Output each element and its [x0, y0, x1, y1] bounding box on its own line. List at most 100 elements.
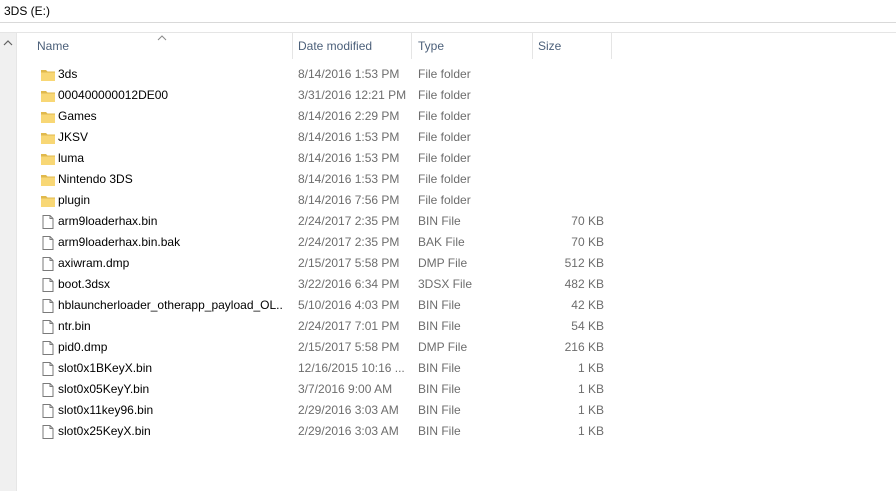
file-row[interactable]: slot0x05KeyY.bin 3/7/2016 9:00 AM BIN File…	[17, 379, 896, 400]
column-header-date-modified[interactable]: Date modified	[294, 33, 412, 59]
file-list: 3ds 8/14/2016 1:53 PM File folder 000400000…	[17, 64, 896, 442]
file-name: ntr.bin	[58, 319, 91, 333]
file-date-modified: 2/29/2016 3:03 AM	[298, 403, 399, 417]
file-type: BIN File	[418, 361, 461, 375]
file-size: 70 KB	[571, 235, 604, 249]
file-name: slot0x11key96.bin	[58, 403, 154, 417]
file-icon	[40, 382, 56, 398]
file-date-modified: 2/24/2017 2:35 PM	[298, 235, 400, 249]
toolbar-gap	[0, 23, 896, 33]
file-date-modified: 8/14/2016 7:56 PM	[298, 193, 400, 207]
file-size	[532, 190, 604, 211]
file-date-modified: 8/14/2016 1:53 PM	[298, 172, 400, 186]
file-name: pid0.dmp	[58, 340, 108, 354]
file-type: File folder	[418, 193, 471, 207]
file-row[interactable]: pid0.dmp 2/15/2017 5:58 PM DMP File 216 KB	[17, 337, 896, 358]
file-size	[532, 85, 604, 106]
file-name: slot0x1BKeyX.bin	[58, 361, 153, 375]
address-path[interactable]: 3DS (E:)	[4, 4, 50, 18]
file-type: File folder	[418, 130, 471, 144]
file-icon	[40, 340, 56, 356]
file-icon	[40, 403, 56, 419]
file-icon	[40, 277, 56, 293]
file-size: 1 KB	[577, 361, 604, 375]
file-name: Nintendo 3DS	[58, 172, 133, 186]
file-row[interactable]: hblauncherloader_otherapp_payload_OL... 5…	[17, 295, 896, 316]
file-type: File folder	[418, 151, 471, 165]
file-size	[532, 169, 604, 190]
file-name: hblauncherloader_otherapp_payload_OL...	[58, 298, 283, 312]
file-size: 70 KB	[571, 214, 604, 228]
file-row[interactable]: Nintendo 3DS 8/14/2016 1:53 PM File folder	[17, 169, 896, 190]
file-row[interactable]: slot0x11key96.bin 2/29/2016 3:03 AM BIN Fi…	[17, 400, 896, 421]
file-type: 3DSX File	[418, 277, 473, 291]
file-row[interactable]: 000400000012DE00 3/31/2016 12:21 PM File f…	[17, 85, 896, 106]
file-name: JKSV	[58, 130, 89, 144]
file-row[interactable]: arm9loaderhax.bin 2/24/2017 2:35 PM BIN Fi…	[17, 211, 896, 232]
file-type: BIN File	[418, 319, 461, 333]
file-size	[532, 64, 604, 85]
folder-icon	[40, 193, 56, 209]
column-header-row: Name Date modified Type Size	[17, 33, 896, 59]
file-row[interactable]: arm9loaderhax.bin.bak 2/24/2017 2:35 PM BA…	[17, 232, 896, 253]
file-type: BIN File	[418, 298, 461, 312]
folder-icon	[40, 109, 56, 125]
file-name: Games	[58, 109, 97, 123]
file-size: 1 KB	[577, 424, 604, 438]
folder-icon	[40, 151, 56, 167]
file-icon	[40, 298, 56, 314]
file-size: 54 KB	[571, 319, 604, 333]
file-row[interactable]: JKSV 8/14/2016 1:53 PM File folder	[17, 127, 896, 148]
column-header-name[interactable]: Name	[33, 33, 293, 59]
file-row[interactable]: ntr.bin 2/24/2017 7:01 PM BIN File 54 KB	[17, 316, 896, 337]
file-size: 1 KB	[577, 382, 604, 396]
column-header-size[interactable]: Size	[534, 33, 612, 59]
file-size	[532, 148, 604, 169]
file-type: BIN File	[418, 214, 461, 228]
file-name: 3ds	[58, 67, 78, 81]
file-type: BIN File	[418, 382, 461, 396]
file-type: DMP File	[418, 340, 468, 354]
file-type: BIN File	[418, 424, 461, 438]
file-size: 482 KB	[564, 277, 604, 291]
file-row[interactable]: slot0x1BKeyX.bin 12/16/2015 10:16 ... BIN …	[17, 358, 896, 379]
file-icon	[40, 424, 56, 440]
scroll-up-arrow-icon[interactable]	[3, 37, 13, 47]
file-icon	[40, 361, 56, 377]
file-row[interactable]: boot.3dsx 3/22/2016 6:34 PM 3DSX File 482 K…	[17, 274, 896, 295]
file-date-modified: 2/24/2017 2:35 PM	[298, 214, 400, 228]
column-header-type[interactable]: Type	[414, 33, 533, 59]
file-type: File folder	[418, 67, 471, 81]
file-date-modified: 3/7/2016 9:00 AM	[298, 382, 393, 396]
folder-icon	[40, 88, 56, 104]
file-icon	[40, 319, 56, 335]
file-type: File folder	[418, 109, 471, 123]
file-row[interactable]: 3ds 8/14/2016 1:53 PM File folder	[17, 64, 896, 85]
file-icon	[40, 256, 56, 272]
file-row[interactable]: Games 8/14/2016 2:29 PM File folder	[17, 106, 896, 127]
file-name: arm9loaderhax.bin.bak	[58, 235, 181, 249]
file-name: arm9loaderhax.bin	[58, 214, 158, 228]
address-bar[interactable]: 3DS (E:)	[0, 0, 896, 23]
file-name: boot.3dsx	[58, 277, 111, 291]
file-name: luma	[58, 151, 85, 165]
file-icon	[40, 214, 56, 230]
file-type: DMP File	[418, 256, 468, 270]
file-type: File folder	[418, 172, 471, 186]
navigation-pane-scrollbar[interactable]	[0, 33, 17, 491]
folder-icon	[40, 130, 56, 146]
file-date-modified: 5/10/2016 4:03 PM	[298, 298, 400, 312]
file-size	[532, 106, 604, 127]
file-date-modified: 3/31/2016 12:21 PM	[298, 88, 407, 102]
file-size: 42 KB	[571, 298, 604, 312]
file-row[interactable]: plugin 8/14/2016 7:56 PM File folder	[17, 190, 896, 211]
file-date-modified: 8/14/2016 1:53 PM	[298, 130, 400, 144]
file-date-modified: 2/29/2016 3:03 AM	[298, 424, 399, 438]
file-date-modified: 8/14/2016 1:53 PM	[298, 151, 400, 165]
file-row[interactable]: luma 8/14/2016 1:53 PM File folder	[17, 148, 896, 169]
file-row[interactable]: slot0x25KeyX.bin 2/29/2016 3:03 AM BIN Fil…	[17, 421, 896, 442]
file-date-modified: 2/15/2017 5:58 PM	[298, 256, 400, 270]
file-date-modified: 2/15/2017 5:58 PM	[298, 340, 400, 354]
folder-icon	[40, 67, 56, 83]
file-row[interactable]: axiwram.dmp 2/15/2017 5:58 PM DMP File 512 …	[17, 253, 896, 274]
